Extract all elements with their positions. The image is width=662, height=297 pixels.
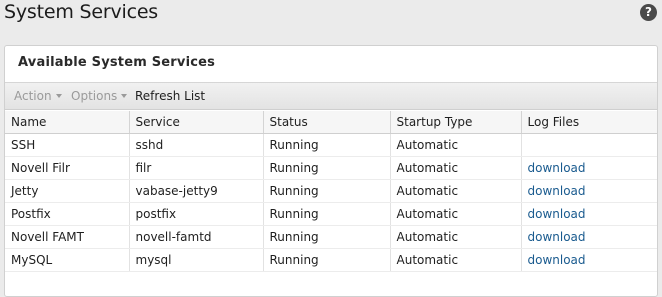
table-row[interactable]: Postfix postfix Running Automatic downlo… (5, 202, 657, 226)
options-menu-button[interactable]: Options (71, 89, 128, 103)
cell-log-files: download (521, 156, 657, 180)
cell-status: Running (263, 225, 391, 249)
cell-name: MySQL (5, 248, 130, 272)
cell-status: Running (263, 133, 391, 157)
column-header-service[interactable]: Service (129, 111, 264, 134)
download-link[interactable]: download (528, 207, 586, 221)
cell-log-files: download (521, 202, 657, 226)
cell-startup-type: Automatic (390, 248, 522, 272)
cell-status: Running (263, 179, 391, 203)
cell-service: vabase-jetty9 (129, 179, 264, 203)
cell-log-files: download (521, 248, 657, 272)
cell-name: Novell Filr (5, 156, 130, 180)
download-link[interactable]: download (528, 230, 586, 244)
cell-service: novell-famtd (129, 225, 264, 249)
table-row[interactable]: SSH sshd Running Automatic (5, 133, 657, 157)
cell-name: Postfix (5, 202, 130, 226)
toolbar: Action Options Refresh List (5, 82, 657, 110)
cell-startup-type: Automatic (390, 225, 522, 249)
table-header-row: Name Service Status Startup Type Log Fil… (5, 111, 657, 134)
cell-name: Novell FAMT (5, 225, 130, 249)
cell-status: Running (263, 248, 391, 272)
cell-service: postfix (129, 202, 264, 226)
column-header-log-files[interactable]: Log Files (521, 111, 657, 134)
column-header-status[interactable]: Status (263, 111, 391, 134)
cell-startup-type: Automatic (390, 202, 522, 226)
help-icon[interactable]: ? (640, 4, 657, 21)
cell-service: sshd (129, 133, 264, 157)
services-table: Name Service Status Startup Type Log Fil… (5, 111, 657, 272)
column-header-name[interactable]: Name (5, 111, 130, 134)
panel-title: Available System Services (18, 55, 216, 70)
cell-startup-type: Automatic (390, 156, 522, 180)
options-menu-label: Options (71, 89, 118, 103)
download-link[interactable]: download (528, 184, 586, 198)
cell-startup-type: Automatic (390, 179, 522, 203)
chevron-down-icon (121, 94, 128, 98)
cell-status: Running (263, 156, 391, 180)
action-menu-label: Action (14, 89, 52, 103)
cell-service: filr (129, 156, 264, 180)
refresh-list-button[interactable]: Refresh List (135, 89, 205, 103)
cell-name: Jetty (5, 179, 130, 203)
table-row[interactable]: Novell FAMT novell-famtd Running Automat… (5, 225, 657, 249)
cell-status: Running (263, 202, 391, 226)
cell-startup-type: Automatic (390, 133, 522, 157)
download-link[interactable]: download (528, 161, 586, 175)
table-row[interactable]: Novell Filr filr Running Automatic downl… (5, 156, 657, 180)
cell-service: mysql (129, 248, 264, 272)
column-header-startup-type[interactable]: Startup Type (390, 111, 522, 134)
chevron-down-icon (55, 94, 62, 98)
cell-log-files: download (521, 179, 657, 203)
download-link[interactable]: download (528, 253, 586, 267)
page-title: System Services (4, 1, 159, 23)
cell-name: SSH (5, 133, 130, 157)
action-menu-button[interactable]: Action (14, 89, 62, 103)
services-panel: Available System Services Action Options… (4, 45, 658, 297)
cell-log-files (521, 133, 657, 157)
table-row[interactable]: MySQL mysql Running Automatic download (5, 248, 657, 272)
table-row[interactable]: Jetty vabase-jetty9 Running Automatic do… (5, 179, 657, 203)
cell-log-files: download (521, 225, 657, 249)
